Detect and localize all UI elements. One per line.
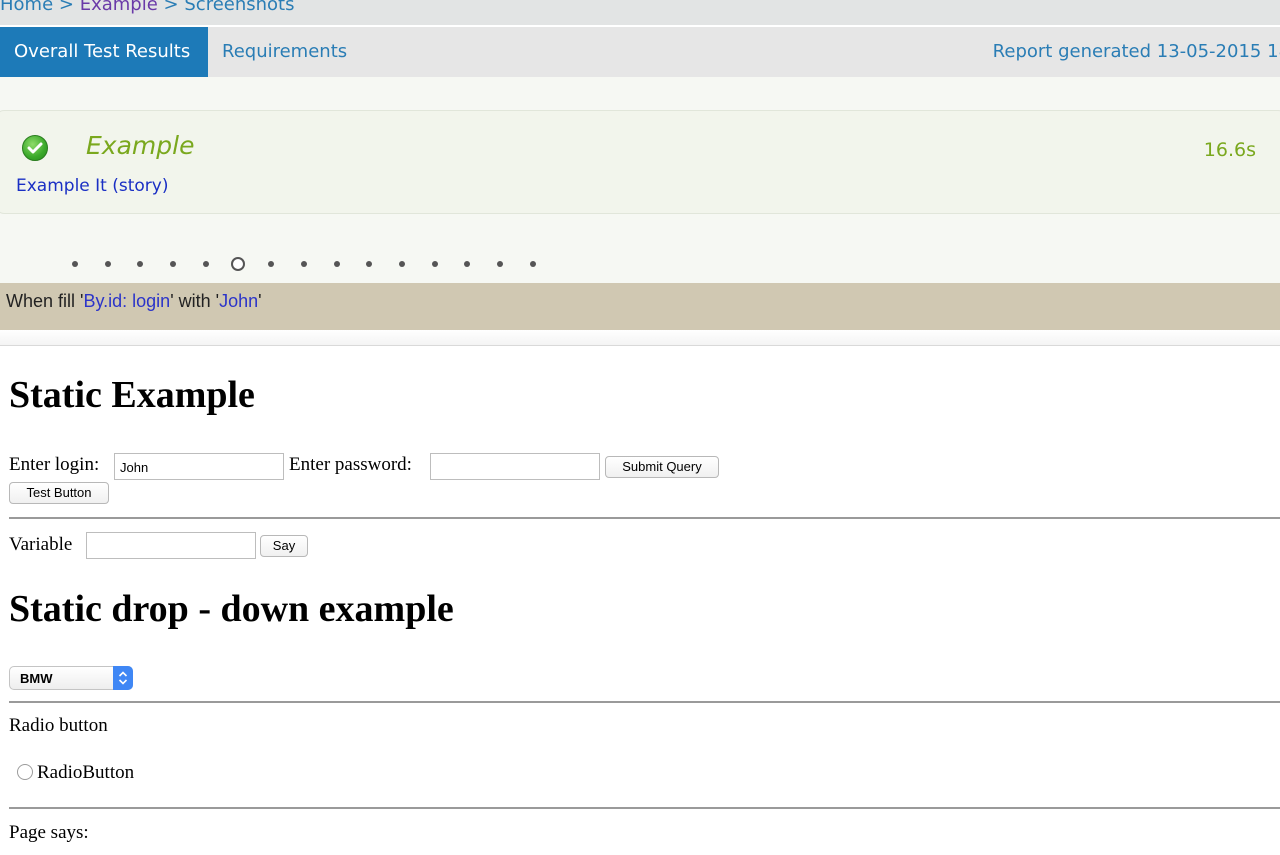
dropdown-heading: Static drop - down example: [9, 588, 454, 630]
screenshot-dot[interactable]: [529, 261, 536, 267]
variable-field[interactable]: [86, 532, 256, 559]
step-argument-value: John: [219, 291, 259, 311]
radio-button[interactable]: [17, 764, 33, 780]
page-says-label: Page says:: [9, 822, 89, 843]
divider: [9, 701, 1280, 703]
radio-button-label: RadioButton: [37, 762, 135, 783]
login-label: Enter login:: [9, 454, 100, 475]
step-argument-locator: By.id: login: [83, 291, 171, 311]
page-heading: Static Example: [9, 374, 255, 416]
variable-label: Variable: [9, 534, 73, 555]
radio-section-label: Radio button: [9, 715, 108, 736]
story-panel: [0, 110, 1280, 214]
chevron-up-down-icon: [113, 666, 133, 690]
screenshot-dot[interactable]: [202, 261, 209, 267]
car-select[interactable]: BMW: [9, 666, 133, 690]
test-button[interactable]: Test Button: [9, 482, 109, 504]
story-link[interactable]: Example It (story): [16, 176, 168, 196]
story-duration: 16.6s: [1203, 139, 1256, 161]
content-area: Example 16.6s Example It (story): [0, 77, 1280, 283]
tab-overall-test-results[interactable]: Overall Test Results: [0, 27, 208, 77]
breadcrumb-home[interactable]: Home: [0, 0, 53, 15]
step-text: When fill ': [6, 291, 84, 311]
password-field[interactable]: [430, 453, 600, 480]
screenshot-dot[interactable]: [496, 261, 503, 267]
screenshot-divider: [0, 330, 1280, 346]
breadcrumb-bar: Home > Example > Screenshots: [0, 0, 1280, 25]
check-circle-icon: [22, 135, 48, 161]
screenshot-dot[interactable]: [268, 261, 275, 267]
screenshot-dot[interactable]: [170, 261, 177, 267]
breadcrumb-separator: >: [58, 0, 74, 15]
screenshot-dot[interactable]: [72, 261, 78, 267]
screenshot-dot[interactable]: [398, 261, 405, 267]
breadcrumb-screenshots[interactable]: Screenshots: [184, 0, 294, 15]
screenshot-dot-current[interactable]: [231, 257, 246, 271]
step-text: ' with ': [170, 291, 220, 311]
breadcrumb: Home > Example > Screenshots: [0, 0, 295, 15]
report-generated-label: Report generated 13-05-2015 18: [992, 41, 1280, 62]
submit-query-button[interactable]: Submit Query: [605, 456, 719, 478]
login-field-value: John: [120, 460, 149, 475]
screenshot-page: Static Example Enter login: John Enter p…: [0, 347, 1280, 855]
breadcrumb-example[interactable]: Example: [80, 0, 158, 15]
divider: [9, 807, 1280, 809]
divider: [9, 517, 1280, 519]
tab-bar: Overall Test Results Requirements Report…: [0, 27, 1280, 77]
story-title: Example: [86, 131, 195, 160]
password-label: Enter password:: [289, 454, 412, 475]
step-text: ': [258, 291, 262, 311]
screenshot-dot[interactable]: [137, 261, 144, 267]
screenshot-pager: [72, 254, 562, 274]
login-field[interactable]: John: [114, 453, 284, 480]
tab-requirements[interactable]: Requirements: [208, 27, 361, 77]
breadcrumb-separator: >: [163, 0, 179, 15]
screenshot-dot[interactable]: [431, 261, 438, 267]
say-button[interactable]: Say: [260, 535, 308, 557]
step-description: When fill 'By.id: login' with 'John': [0, 283, 1280, 330]
screenshot-dot[interactable]: [104, 261, 111, 267]
screenshot-dot[interactable]: [333, 261, 340, 267]
car-select-value: BMW: [20, 671, 53, 686]
screenshot-dot[interactable]: [300, 261, 307, 267]
screenshot-dot[interactable]: [366, 261, 373, 267]
screenshot-dot[interactable]: [464, 261, 471, 267]
